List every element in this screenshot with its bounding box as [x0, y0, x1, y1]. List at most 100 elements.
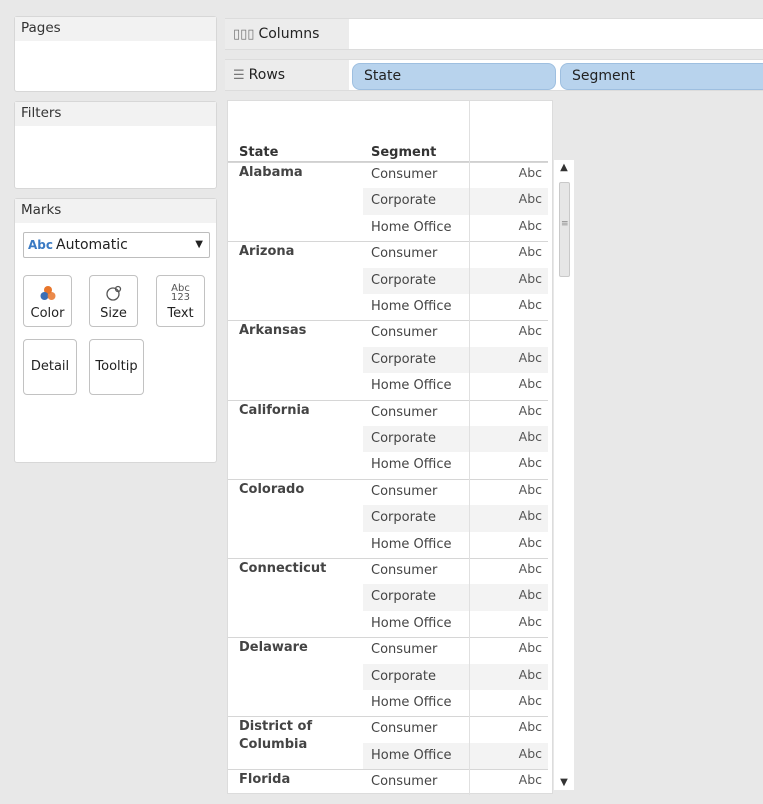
- segment-cell[interactable]: Consumer: [363, 400, 469, 426]
- size-button[interactable]: Size: [89, 275, 138, 327]
- table-row[interactable]: Home Office Abc: [228, 611, 548, 637]
- scroll-thumb[interactable]: ≡: [559, 182, 570, 277]
- abc-mark[interactable]: Abc: [469, 452, 548, 478]
- abc-mark[interactable]: Abc: [469, 558, 548, 584]
- segment-cell[interactable]: Corporate: [363, 663, 469, 690]
- table-row[interactable]: Corporate Abc: [228, 663, 548, 690]
- pages-card[interactable]: Pages: [14, 16, 217, 92]
- table-row[interactable]: Colorado Consumer Abc: [228, 478, 548, 505]
- filters-card[interactable]: Filters: [14, 101, 217, 189]
- state-cell[interactable]: Connecticut: [239, 560, 326, 578]
- abc-mark[interactable]: Abc: [469, 769, 548, 795]
- state-cell[interactable]: Colorado: [239, 481, 304, 499]
- abc-mark[interactable]: Abc: [469, 188, 548, 215]
- state-cell[interactable]: Arkansas: [239, 322, 306, 340]
- segment-cell[interactable]: Home Office: [363, 294, 469, 320]
- abc-mark[interactable]: Abc: [469, 426, 548, 453]
- state-pill[interactable]: State: [352, 63, 556, 90]
- abc-mark[interactable]: Abc: [469, 294, 548, 320]
- columns-shelf[interactable]: ▯▯▯ Columns: [225, 18, 763, 50]
- segment-header[interactable]: Segment: [371, 145, 436, 160]
- abc-mark[interactable]: Abc: [469, 742, 548, 770]
- table-row[interactable]: Delaware Consumer Abc: [228, 637, 548, 663]
- table-row[interactable]: Home Office Abc: [228, 532, 548, 558]
- table-row[interactable]: Home Office Abc: [228, 294, 548, 320]
- table-row[interactable]: Home Office Abc: [228, 690, 548, 716]
- segment-cell[interactable]: Corporate: [363, 188, 469, 215]
- vertical-scrollbar[interactable]: ▲ ≡ ▼: [554, 160, 574, 790]
- table-row[interactable]: Florida Consumer Abc: [228, 769, 548, 795]
- segment-cell[interactable]: Home Office: [363, 215, 469, 241]
- text-button[interactable]: Abc 123 Text: [156, 275, 205, 327]
- abc-mark[interactable]: Abc: [469, 716, 548, 742]
- abc-mark[interactable]: Abc: [469, 241, 548, 267]
- table-row[interactable]: Alabama Consumer Abc: [228, 162, 548, 188]
- mark-type-dropdown[interactable]: Abc Automatic ▼: [23, 232, 210, 258]
- color-button[interactable]: Color: [23, 275, 72, 327]
- abc-mark[interactable]: Abc: [469, 346, 548, 374]
- segment-cell[interactable]: Corporate: [363, 346, 469, 374]
- abc-mark[interactable]: Abc: [469, 400, 548, 426]
- viz-table[interactable]: State Segment Alabama Consumer Abc Corporat…: [227, 100, 553, 795]
- abc-mark[interactable]: Abc: [469, 611, 548, 637]
- table-row[interactable]: Home Office Abc: [228, 215, 548, 241]
- segment-cell[interactable]: Corporate: [363, 505, 469, 532]
- abc-mark[interactable]: Abc: [469, 690, 548, 716]
- segment-cell[interactable]: Home Office: [363, 373, 469, 399]
- table-row[interactable]: Home Office Abc: [228, 742, 548, 770]
- table-row[interactable]: Corporate Abc: [228, 267, 548, 294]
- table-row[interactable]: California Consumer Abc: [228, 399, 548, 426]
- segment-cell[interactable]: Home Office: [363, 611, 469, 637]
- scroll-down-arrow-icon[interactable]: ▼: [554, 777, 574, 788]
- abc-mark[interactable]: Abc: [469, 215, 548, 241]
- abc-mark[interactable]: Abc: [469, 663, 548, 690]
- table-row[interactable]: Connecticut Consumer Abc: [228, 558, 548, 584]
- segment-cell[interactable]: Consumer: [363, 558, 469, 584]
- abc-mark[interactable]: Abc: [469, 267, 548, 294]
- segment-cell[interactable]: Consumer: [363, 320, 469, 346]
- segment-cell[interactable]: Corporate: [363, 584, 469, 611]
- table-row[interactable]: Corporate Abc: [228, 346, 548, 374]
- state-cell[interactable]: California: [239, 402, 310, 420]
- segment-cell[interactable]: Corporate: [363, 267, 469, 294]
- segment-cell[interactable]: Home Office: [363, 742, 469, 770]
- segment-cell[interactable]: Consumer: [363, 716, 469, 742]
- abc-mark[interactable]: Abc: [469, 373, 548, 399]
- table-row[interactable]: Arizona Consumer Abc: [228, 241, 548, 267]
- abc-mark[interactable]: Abc: [469, 162, 548, 188]
- table-row[interactable]: Corporate Abc: [228, 505, 548, 532]
- rows-shelf[interactable]: ☰ Rows State Segment: [225, 59, 763, 91]
- segment-cell[interactable]: Consumer: [363, 162, 469, 188]
- state-cell[interactable]: Delaware: [239, 639, 308, 657]
- segment-cell[interactable]: Home Office: [363, 532, 469, 558]
- state-cell[interactable]: Arizona: [239, 243, 294, 261]
- detail-button[interactable]: Detail: [23, 339, 77, 395]
- state-cell[interactable]: Alabama: [239, 164, 303, 182]
- segment-cell[interactable]: Consumer: [363, 479, 469, 505]
- abc-mark[interactable]: Abc: [469, 532, 548, 558]
- state-header[interactable]: State: [239, 145, 278, 160]
- abc-mark[interactable]: Abc: [469, 479, 548, 505]
- table-row[interactable]: Corporate Abc: [228, 584, 548, 611]
- segment-cell[interactable]: Home Office: [363, 690, 469, 716]
- table-row[interactable]: Home Office Abc: [228, 373, 548, 399]
- segment-pill[interactable]: Segment: [560, 63, 763, 90]
- table-row[interactable]: Arkansas Consumer Abc: [228, 320, 548, 346]
- abc-mark[interactable]: Abc: [469, 320, 548, 346]
- table-row[interactable]: Corporate Abc: [228, 188, 548, 215]
- segment-cell[interactable]: Consumer: [363, 241, 469, 267]
- segment-cell[interactable]: Home Office: [363, 452, 469, 478]
- tooltip-button[interactable]: Tooltip: [89, 339, 144, 395]
- abc-mark[interactable]: Abc: [469, 584, 548, 611]
- segment-cell[interactable]: Consumer: [363, 637, 469, 663]
- segment-cell[interactable]: Consumer: [363, 769, 469, 795]
- scroll-up-arrow-icon[interactable]: ▲: [554, 162, 574, 173]
- table-row[interactable]: Home Office Abc: [228, 452, 548, 478]
- segment-cell[interactable]: Corporate: [363, 426, 469, 453]
- table-row[interactable]: District of Columbia Consumer Abc: [228, 716, 548, 752]
- state-cell[interactable]: Florida: [239, 771, 290, 789]
- abc-mark[interactable]: Abc: [469, 637, 548, 663]
- table-row[interactable]: Corporate Abc: [228, 426, 548, 453]
- abc-mark[interactable]: Abc: [469, 505, 548, 532]
- chevron-down-icon[interactable]: ▼: [195, 233, 203, 257]
